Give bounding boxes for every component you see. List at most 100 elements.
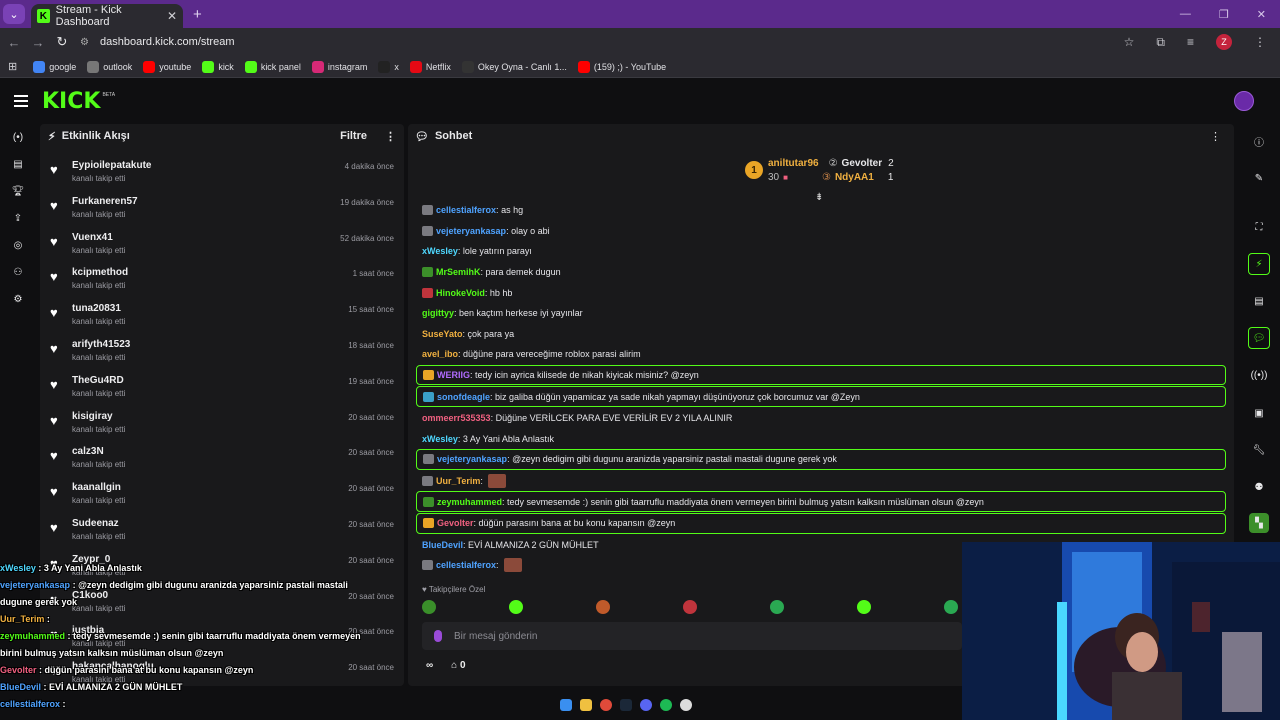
activity-item[interactable]: ♥ calz3N kanalı takip etti 20 saat önce [46,442,398,478]
activity-options-icon[interactable]: ⋮ [385,130,396,143]
bookmark-8[interactable]: Okey Oyna - Canlı 1... [461,60,567,73]
reload-icon[interactable]: ↻ [50,34,74,50]
browser-tab[interactable]: K Stream - Kick Dashboard ✕ [31,4,183,28]
leader-third-name[interactable]: NdyAA1 [835,172,874,183]
notes-icon[interactable]: ▤ [1248,290,1270,312]
window-close-icon[interactable]: ✕ [1257,8,1266,21]
chat-username[interactable]: gigittyy [422,308,454,318]
chat-username[interactable]: WERIIG [437,370,470,380]
chat-message[interactable]: SuseYato: çok para ya [416,324,1226,345]
activity-item[interactable]: ♥ kisigiray kanalı takip etti 20 saat önce [46,407,398,443]
points-store-icon[interactable]: ⌂ 0 [451,660,465,671]
chat-username[interactable]: cellestialferox [436,205,496,215]
people-icon[interactable]: ⚉ [1248,476,1270,498]
file-explorer-icon[interactable] [580,699,592,711]
chat-username[interactable]: BlueDevil [422,540,463,550]
chat-options-icon[interactable]: ⋮ [1210,130,1221,143]
minimize-icon[interactable]: — [1180,8,1191,21]
bookmark-5[interactable]: instagram [311,60,367,73]
chat-message[interactable]: xWesley: lole yatırın parayı [416,241,1226,262]
emote-2-icon[interactable] [509,600,523,614]
dashboard-icon[interactable]: ▤ [13,159,22,172]
user-avatar[interactable] [1234,91,1254,111]
live-broadcast-icon[interactable]: (•) [13,132,23,145]
discord-icon[interactable] [640,699,652,711]
maximize-icon[interactable]: ❐ [1219,8,1229,21]
emote-picker-icon[interactable]: ∞ [426,660,433,671]
fullscreen-icon[interactable]: ⛶ [1248,216,1270,238]
bookmark-4[interactable]: kick panel [244,60,301,73]
bookmark-0[interactable]: google [33,60,76,73]
users-icon[interactable]: ⚇ [14,267,23,280]
chrome-icon[interactable] [600,699,612,711]
chat-message[interactable]: xWesley: 3 Ay Yani Abla Anlastık [416,429,1226,450]
bookmark-6[interactable]: x [378,60,399,73]
chat-username[interactable]: ommeerr535353 [422,413,491,423]
chat-username[interactable]: Uur_Terim [436,476,480,486]
bolt-panel-icon[interactable]: ⚡︎ [1248,253,1270,275]
activity-item[interactable]: ♥ kaanallgin kanalı takip etti 20 saat önce [46,478,398,514]
chat-message[interactable]: vejeteryankasap: @zeyn dedigim gibi dugu… [416,449,1226,470]
upload-icon[interactable]: ⇪ [14,213,22,226]
tab-search-chevron-icon[interactable]: ⌄ [3,4,25,24]
url-field[interactable]: ⚙ dashboard.kick.com/stream [80,31,235,53]
target-icon[interactable]: ◎ [14,240,23,253]
emote-7-icon[interactable] [944,600,958,614]
emote-4-icon[interactable] [683,600,697,614]
chat-message[interactable]: avel_ibo: düğüne para vereceğime roblox … [416,344,1226,365]
bookmark-7[interactable]: Netflix [409,60,451,73]
chat-message[interactable]: sonofdeagle: biz galiba düğün yapamicaz … [416,386,1226,407]
chat-username[interactable]: zeymuhammed [437,497,502,507]
spotify-icon[interactable] [660,699,672,711]
chat-username[interactable]: Gevolter [437,518,474,528]
chat-panel-icon[interactable]: 💬︎ [1248,327,1270,349]
emote-1-icon[interactable] [422,600,436,614]
menu-icon[interactable]: ⋮ [1254,35,1266,49]
close-tab-icon[interactable]: ✕ [167,9,177,23]
steam-icon[interactable] [620,699,632,711]
chat-message[interactable]: MrSemihK: para demek dugun [416,262,1226,283]
bookmark-3[interactable]: kick [202,60,234,73]
trophy-icon[interactable]: 🏆︎ [12,186,25,199]
chat-message[interactable]: WERIIG: tedy icin ayrica kilisede de nik… [416,364,1226,386]
bookmark-9[interactable]: (159) ;) - YouTube [577,60,666,73]
emote-6-icon[interactable] [857,600,871,614]
activity-item[interactable]: ♥ Eypioilepatakute kanalı takip etti 4 daki… [46,156,398,192]
emote-3-icon[interactable] [596,600,610,614]
profile-avatar[interactable]: Z [1216,34,1232,50]
wrench-icon[interactable]: 🔧︎ [1248,439,1270,461]
new-tab-icon[interactable]: + [193,6,202,23]
activity-item[interactable]: ♥ TheGu4RD kanalı takip etti 19 saat önce [46,371,398,407]
activity-item[interactable]: ♥ Vuenx41 kanalı takip etti 52 dakika önce [46,228,398,264]
info-icon[interactable]: ⓘ [1248,130,1270,152]
chat-message[interactable]: ommeerr535353: Düğüne VERİLCEK PARA EVE … [416,408,1226,429]
filter-button[interactable]: Filtre [340,130,367,142]
kick-app-icon[interactable]: ▚ [1249,513,1269,533]
hamburger-menu-icon[interactable] [14,95,28,107]
activity-item[interactable]: ♥ Sudeenaz kanalı takip etti 20 saat önce [46,514,398,550]
chat-message[interactable]: Gevolter: düğün parasını bana at bu konu… [416,512,1226,534]
activity-item[interactable]: ♥ kcipmethod kanalı takip etti 1 saat önce [46,263,398,299]
kick-logo[interactable]: KICK [42,89,100,114]
chat-message[interactable]: zeymuhammed: tedy sevmesemde :) senin gi… [416,491,1226,512]
chat-username[interactable]: cellestialferox [436,560,496,570]
forward-icon[interactable]: → [26,35,50,50]
emote-5-icon[interactable] [770,600,784,614]
chat-message[interactable]: HinokeVoid: hb hb [416,282,1226,303]
broadcast-icon[interactable]: ((•)) [1248,364,1270,386]
chat-username[interactable]: sonofdeagle [437,392,490,402]
activity-item[interactable]: ♥ arifyth41523 kanalı takip etti 18 saat ön… [46,335,398,371]
activity-item[interactable]: ♥ tuna20831 kanalı takip etti 15 saat önce [46,299,398,335]
settings-gear-icon[interactable]: ⚙ [14,294,23,307]
chat-input[interactable]: Bir mesaj gönderin [422,622,962,650]
chat-message[interactable]: gigittyy: ben kaçtım herkese iyi yayınla… [416,303,1226,324]
chat-username[interactable]: xWesley [422,434,458,444]
reading-list-icon[interactable]: ≡ [1187,35,1194,49]
bookmark-1[interactable]: outlook [87,60,132,73]
chat-username[interactable]: avel_ibo [422,349,458,359]
chat-username[interactable]: SuseYato [422,329,463,339]
chat-message[interactable]: vejeteryankasap: olay o abi [416,221,1226,242]
microphone-icon[interactable] [434,630,442,642]
chat-username[interactable]: xWesley [422,246,458,256]
bookmark-2[interactable]: youtube [143,60,191,73]
